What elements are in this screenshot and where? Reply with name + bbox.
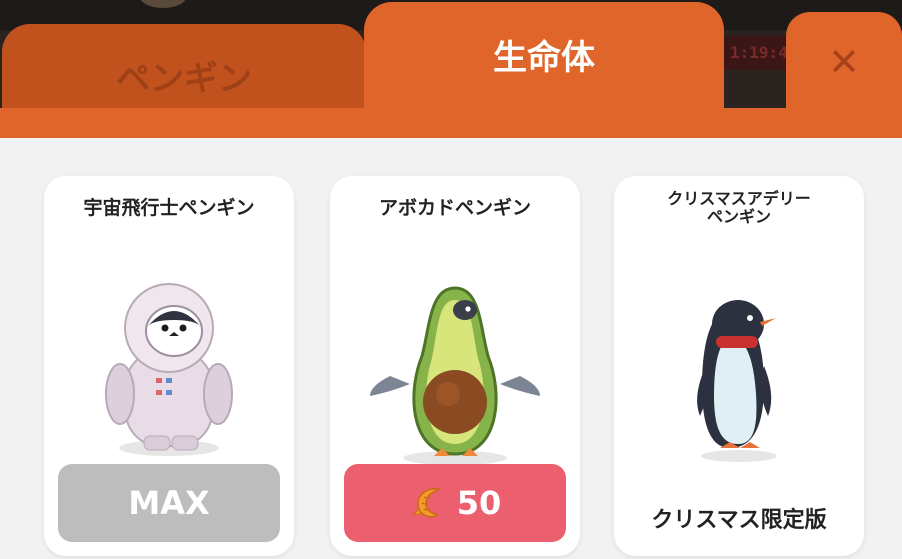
panel-header-band: [0, 108, 902, 138]
card-title-line1: クリスマスアデリー: [667, 189, 811, 208]
card-title-line2: ペンギン: [706, 207, 771, 226]
tab-penguin[interactable]: ペンギン: [2, 24, 366, 114]
card-title: アボカドペンギン: [378, 197, 531, 219]
card-avocado-penguin[interactable]: アボカドペンギン 50: [330, 176, 580, 556]
avocado-penguin-icon: [370, 286, 540, 465]
max-label: MAX: [128, 484, 210, 522]
buy-button[interactable]: 50: [344, 464, 566, 542]
tab-lifeform-label: 生命体: [493, 37, 595, 78]
card-title: 宇宙飛行士ペンギン: [83, 197, 255, 219]
price-label: 50: [456, 484, 502, 522]
close-icon: ✕: [828, 40, 860, 84]
avatar: [140, 0, 186, 8]
card-christmas-penguin[interactable]: クリスマスアデリー ペンギン クリスマス限定版: [614, 176, 864, 556]
astronaut-penguin-icon: [105, 283, 233, 456]
close-button[interactable]: ✕: [786, 12, 902, 112]
limited-edition-label: クリスマス限定版: [651, 508, 827, 533]
christmas-penguin-icon: [697, 300, 777, 462]
max-level-button[interactable]: MAX: [58, 464, 280, 542]
tab-penguin-label: ペンギン: [116, 58, 252, 99]
card-title: クリスマスアデリー ペンギン: [614, 190, 864, 226]
card-astronaut-penguin[interactable]: 宇宙飛行士ペンギン MAX: [44, 176, 294, 556]
tab-lifeform[interactable]: 生命体: [364, 2, 724, 112]
shrimp-icon: [411, 488, 442, 518]
